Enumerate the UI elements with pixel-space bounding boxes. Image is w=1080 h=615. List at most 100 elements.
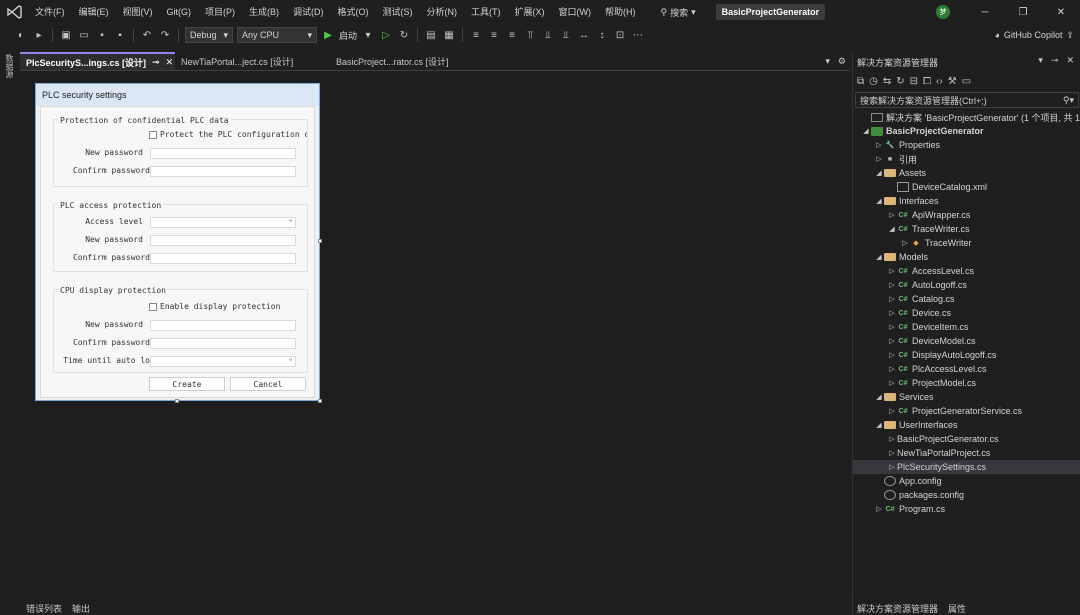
tree-item[interactable]: ▷ 🔧 Properties	[853, 138, 1080, 152]
collapse-arrow-icon[interactable]: ◢	[874, 393, 884, 401]
tree-item[interactable]: DeviceCatalog.xml	[853, 180, 1080, 194]
new-password-input[interactable]	[150, 320, 296, 331]
visual-studio-logo-icon[interactable]	[0, 0, 28, 24]
protect-config-checkbox[interactable]: Protect the PLC configuration da	[149, 130, 307, 139]
hot-reload-icon[interactable]: ↻	[397, 28, 411, 42]
menu-extensions[interactable]: 扩展(X)	[508, 0, 552, 24]
start-without-debug-icon[interactable]: ▷	[379, 28, 393, 42]
tree-item[interactable]: 解决方案 'BasicProjectGenerator' (1 个项目, 共 1	[853, 110, 1080, 124]
expand-arrow-icon[interactable]: ▷	[887, 365, 897, 373]
tree-item[interactable]: ▷ C# ProjectGeneratorService.cs	[853, 404, 1080, 418]
collapse-arrow-icon[interactable]: ◢	[874, 421, 884, 429]
configuration-select[interactable]: Debug ▾	[185, 27, 233, 43]
group-confidential-data[interactable]: Protection of confidential PLC data Prot…	[53, 116, 308, 187]
tree-item[interactable]: ▷ ■ 引用	[853, 152, 1080, 166]
tab-output[interactable]: 输出	[72, 602, 90, 615]
tree-item[interactable]: ▷ NewTiaPortalProject.cs	[853, 446, 1080, 460]
create-button[interactable]: Create	[149, 377, 225, 391]
tab-plc-security-settings[interactable]: PlcSecurityS...ings.cs [设计] ⊸ ✕	[20, 52, 175, 70]
tree-item[interactable]: packages.config	[853, 488, 1080, 502]
view-code-icon[interactable]: ‹›	[936, 76, 943, 87]
show-all-files-icon[interactable]: ⧠	[923, 76, 931, 87]
refresh-icon[interactable]: ↻	[896, 76, 904, 87]
tree-item[interactable]: ◢ Interfaces	[853, 194, 1080, 208]
resize-handle[interactable]	[318, 239, 322, 243]
group-display-protection[interactable]: CPU display protection Enable display pr…	[53, 286, 308, 373]
history-icon[interactable]: ◷	[869, 76, 878, 87]
restore-button[interactable]: ❐	[1004, 0, 1042, 24]
tree-item[interactable]: ▷ C# DisplayAutoLogoff.cs	[853, 348, 1080, 362]
spacing-icon[interactable]: ⋯	[631, 28, 645, 42]
tree-item[interactable]: ◢ UserInterfaces	[853, 418, 1080, 432]
menu-file[interactable]: 文件(F)	[28, 0, 72, 24]
expand-arrow-icon[interactable]: ▷	[887, 211, 897, 219]
align-center-icon[interactable]: ≡	[487, 28, 501, 42]
new-password-input[interactable]	[150, 148, 296, 159]
pin-icon[interactable]: ⊸	[152, 57, 160, 68]
global-search[interactable]: ⚲ 搜索 ▾	[655, 6, 702, 19]
save-all-icon[interactable]: ▪	[113, 28, 127, 42]
collapse-arrow-icon[interactable]: ◢	[874, 253, 884, 261]
expand-arrow-icon[interactable]: ▷	[887, 351, 897, 359]
tab-solution-explorer[interactable]: 解决方案资源管理器	[857, 602, 938, 615]
align-top-icon[interactable]: ⫪	[523, 28, 537, 42]
share-icon[interactable]: ⇪	[1066, 30, 1074, 41]
confirm-password-input[interactable]	[150, 253, 296, 264]
tree-item[interactable]: ◢ Assets	[853, 166, 1080, 180]
same-size-icon[interactable]: ⊡	[613, 28, 627, 42]
tree-item[interactable]: ▷ C# DeviceModel.cs	[853, 334, 1080, 348]
collapse-arrow-icon[interactable]: ◢	[874, 169, 884, 177]
new-password-input[interactable]	[150, 235, 296, 246]
tree-item[interactable]: ▷ C# ApiWrapper.cs	[853, 208, 1080, 222]
tree-item[interactable]: ◢ Models	[853, 250, 1080, 264]
same-width-icon[interactable]: ↔	[577, 28, 591, 42]
enable-display-protection-checkbox[interactable]: Enable display protection	[149, 302, 307, 311]
menu-git[interactable]: Git(G)	[160, 0, 199, 24]
resize-handle[interactable]	[175, 399, 179, 403]
pin-icon[interactable]: ⊸	[1051, 55, 1059, 66]
align-bottom-icon[interactable]: ⫫	[559, 28, 573, 42]
expand-arrow-icon[interactable]: ▷	[887, 281, 897, 289]
tree-item[interactable]: ▷ C# AutoLogoff.cs	[853, 278, 1080, 292]
menu-debug[interactable]: 调试(D)	[286, 0, 331, 24]
tree-item[interactable]: ▷ C# DeviceItem.cs	[853, 320, 1080, 334]
gear-icon[interactable]: ⚙	[838, 56, 846, 67]
collapse-arrow-icon[interactable]: ◢	[887, 225, 897, 233]
menu-test[interactable]: 测试(S)	[376, 0, 420, 24]
properties-icon[interactable]: ▦	[442, 28, 456, 42]
tree-item[interactable]: ▷ ◆ TraceWriter	[853, 236, 1080, 250]
resize-handle[interactable]	[318, 399, 322, 403]
expand-arrow-icon[interactable]: ▷	[900, 239, 910, 247]
checkbox-icon[interactable]	[149, 302, 157, 311]
tree-item[interactable]: ▷ BasicProjectGenerator.cs	[853, 432, 1080, 446]
menu-project[interactable]: 项目(P)	[198, 0, 242, 24]
menu-view[interactable]: 视图(V)	[116, 0, 160, 24]
group-access-protection[interactable]: PLC access protection Access level New p…	[53, 201, 308, 272]
expand-arrow-icon[interactable]: ▷	[874, 155, 884, 163]
confirm-password-input[interactable]	[150, 338, 296, 349]
redo-icon[interactable]: ↷	[158, 28, 172, 42]
avatar[interactable]: 梦	[936, 5, 950, 19]
preview-icon[interactable]: ▭	[962, 76, 971, 87]
chevron-down-icon[interactable]: ▾	[825, 56, 830, 67]
expand-arrow-icon[interactable]: ▷	[887, 295, 897, 303]
tree-item[interactable]: ▷ C# Catalog.cs	[853, 292, 1080, 306]
new-project-icon[interactable]: ▣	[59, 28, 73, 42]
tree-item[interactable]: ▷ C# ProjectModel.cs	[853, 376, 1080, 390]
expand-arrow-icon[interactable]: ▷	[887, 407, 897, 415]
minimize-button[interactable]: ─	[966, 0, 1004, 24]
tree-item[interactable]: ▷ C# Program.cs	[853, 502, 1080, 516]
save-icon[interactable]: ▪	[95, 28, 109, 42]
copilot-button[interactable]: GitHub Copilot	[1004, 30, 1063, 40]
chevron-down-icon[interactable]: ▾	[1038, 55, 1043, 66]
close-icon[interactable]: ✕	[1066, 55, 1074, 66]
toolbox-icon[interactable]: ▤	[424, 28, 438, 42]
collapse-all-icon[interactable]: ⊟	[910, 76, 918, 87]
start-icon[interactable]: ▶	[321, 28, 335, 42]
chevron-down-icon[interactable]: ▾	[361, 28, 375, 42]
same-height-icon[interactable]: ↕	[595, 28, 609, 42]
menu-help[interactable]: 帮助(H)	[598, 0, 643, 24]
tree-item[interactable]: ▷ C# Device.cs	[853, 306, 1080, 320]
open-folder-icon[interactable]: ▭	[77, 28, 91, 42]
expand-arrow-icon[interactable]: ▷	[887, 267, 897, 275]
